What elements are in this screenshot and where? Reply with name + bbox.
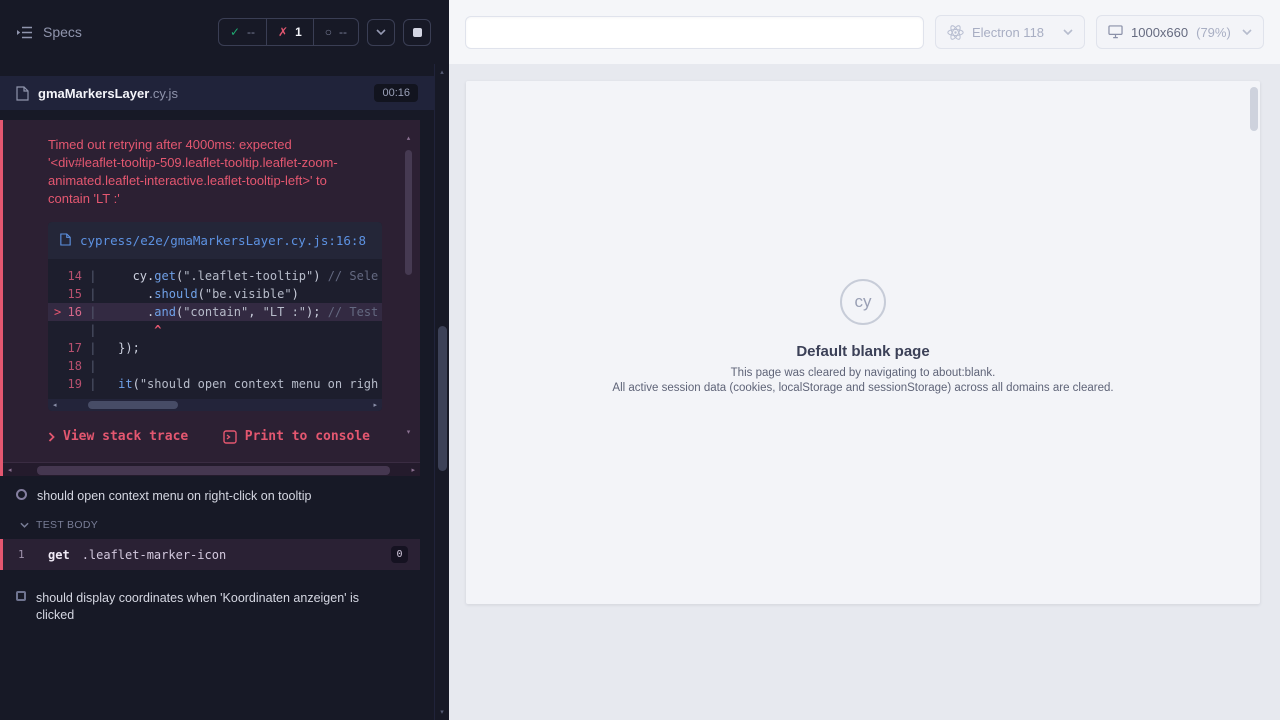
scroll-down-icon[interactable]: ▾ bbox=[435, 708, 449, 716]
command-row[interactable]: 1 get .leaflet-marker-icon 0 bbox=[0, 539, 420, 570]
url-input[interactable] bbox=[465, 16, 924, 49]
error-vscrollbar[interactable]: ▴ ▾ bbox=[403, 134, 414, 436]
reporter-scroll-thumb[interactable] bbox=[438, 326, 447, 471]
test-stats: ✓ -- ✗ 1 ○ -- bbox=[218, 18, 359, 46]
scroll-left-icon[interactable]: ◂ bbox=[53, 401, 57, 409]
test-item-active[interactable]: should open context menu on right-click … bbox=[0, 476, 434, 513]
chevron-down-icon bbox=[376, 29, 386, 35]
test-title: should open context menu on right-click … bbox=[37, 488, 311, 505]
error-hscrollbar[interactable]: ◂ ▸ bbox=[3, 462, 420, 476]
scroll-right-icon[interactable]: ▸ bbox=[373, 401, 377, 409]
scroll-right-icon[interactable]: ▸ bbox=[411, 466, 415, 474]
blank-page-title: Default blank page bbox=[466, 343, 1260, 360]
stat-pending[interactable]: ○ -- bbox=[313, 19, 358, 45]
stat-passed[interactable]: ✓ -- bbox=[219, 19, 266, 45]
command-name: get bbox=[48, 548, 70, 562]
check-icon: ✓ bbox=[230, 25, 240, 39]
electron-icon bbox=[947, 24, 964, 41]
stat-failed[interactable]: ✗ 1 bbox=[266, 19, 313, 45]
specs-list-icon bbox=[16, 26, 33, 39]
test-queued-icon bbox=[16, 591, 26, 601]
collapse-all-button[interactable] bbox=[367, 19, 395, 46]
error-panel: Timed out retrying after 4000ms: expecte… bbox=[0, 120, 420, 476]
cypress-logo: cy bbox=[840, 279, 886, 325]
specs-menu-button[interactable]: Specs bbox=[16, 24, 82, 40]
code-frame-hscrollbar[interactable]: ◂ ▸ bbox=[48, 399, 382, 411]
scroll-up-icon[interactable]: ▴ bbox=[435, 68, 449, 76]
error-actions: View stack trace Print to console bbox=[3, 421, 420, 462]
aut-scrollbar-thumb[interactable] bbox=[1250, 87, 1258, 131]
viewport-size: 1000x660 bbox=[1131, 25, 1188, 40]
spec-timer: 00:16 bbox=[374, 84, 418, 102]
chevron-down-icon bbox=[1063, 29, 1073, 35]
command-badge: 0 bbox=[391, 546, 408, 563]
code-line: 14 | cy.get(".leaflet-tooltip") // Sele bbox=[48, 267, 382, 285]
console-icon bbox=[223, 430, 237, 444]
scroll-down-icon[interactable]: ▾ bbox=[407, 428, 411, 436]
viewport-icon bbox=[1108, 25, 1123, 39]
command-number: 1 bbox=[18, 548, 48, 561]
code-frame-lines: 14 | cy.get(".leaflet-tooltip") // Sele … bbox=[48, 259, 382, 393]
code-frame: cypress/e2e/gmaMarkersLayer.cy.js:16:8 1… bbox=[48, 222, 382, 411]
stop-button[interactable] bbox=[403, 19, 431, 46]
pending-circle-icon: ○ bbox=[325, 25, 332, 39]
reporter-header-controls: ✓ -- ✗ 1 ○ -- bbox=[218, 18, 431, 46]
cross-icon: ✗ bbox=[278, 25, 288, 39]
test-body-section[interactable]: TEST BODY bbox=[0, 513, 434, 539]
spec-header[interactable]: gmaMarkersLayer.cy.js 00:16 bbox=[0, 76, 434, 110]
error-message: Timed out retrying after 4000ms: expecte… bbox=[3, 136, 420, 222]
test-running-icon bbox=[16, 489, 27, 500]
command-message: .leaflet-marker-icon bbox=[82, 548, 227, 562]
code-line: 15 | .should("be.visible") bbox=[48, 285, 382, 303]
browser-select[interactable]: Electron 118 bbox=[935, 15, 1085, 49]
code-line: >16 | .and("contain", "LT :"); // Test bbox=[48, 303, 382, 321]
blank-page-line2: All active session data (cookies, localS… bbox=[466, 382, 1260, 394]
code-line: 19 | it("should open context menu on rig… bbox=[48, 375, 382, 393]
app: Specs ✓ -- ✗ 1 ○ -- bbox=[0, 0, 1280, 720]
browser-label: Electron 118 bbox=[972, 25, 1044, 40]
code-line: | ^ bbox=[48, 321, 382, 339]
view-stack-trace-link[interactable]: View stack trace bbox=[48, 429, 188, 444]
error-vscroll-thumb[interactable] bbox=[405, 150, 412, 275]
runner-header: Electron 118 1000x660 (79%) bbox=[449, 0, 1280, 64]
error-hscroll-thumb[interactable] bbox=[37, 466, 390, 475]
reporter-header: Specs ✓ -- ✗ 1 ○ -- bbox=[0, 0, 449, 64]
scroll-left-icon[interactable]: ◂ bbox=[8, 466, 12, 474]
code-line: 18 | bbox=[48, 357, 382, 375]
blank-page: cy Default blank page This page was clea… bbox=[466, 279, 1260, 397]
cypress-reporter: Specs ✓ -- ✗ 1 ○ -- bbox=[0, 0, 449, 720]
print-to-console-button[interactable]: Print to console bbox=[223, 429, 370, 444]
spec-name: gmaMarkersLayer.cy.js bbox=[38, 86, 178, 101]
reporter-scrollbar[interactable]: ▴ ▾ bbox=[434, 64, 449, 720]
viewport-selector[interactable]: 1000x660 (79%) bbox=[1096, 15, 1264, 49]
test-item-queued[interactable]: should display coordinates when 'Koordin… bbox=[0, 578, 434, 632]
scroll-up-icon[interactable]: ▴ bbox=[407, 134, 411, 142]
code-line: 17 | }); bbox=[48, 339, 382, 357]
file-icon bbox=[16, 86, 29, 101]
chevron-right-icon bbox=[48, 432, 55, 442]
viewport-scale: (79%) bbox=[1196, 25, 1231, 40]
blank-page-line1: This page was cleared by navigating to a… bbox=[466, 367, 1260, 379]
test-title: should display coordinates when 'Koordin… bbox=[36, 590, 374, 624]
stop-icon bbox=[413, 28, 422, 37]
chevron-down-icon bbox=[1242, 29, 1252, 35]
chevron-down-icon bbox=[20, 522, 29, 528]
code-file-icon bbox=[60, 233, 71, 246]
code-frame-hscroll-thumb[interactable] bbox=[88, 401, 178, 409]
aut-iframe: cy Default blank page This page was clea… bbox=[466, 81, 1260, 604]
runner: Electron 118 1000x660 (79%) cy Default b… bbox=[449, 0, 1280, 720]
specs-label: Specs bbox=[43, 24, 82, 40]
reporter-content: gmaMarkersLayer.cy.js 00:16 Timed out re… bbox=[0, 76, 434, 632]
code-frame-file-link[interactable]: cypress/e2e/gmaMarkersLayer.cy.js:16:8 bbox=[48, 222, 382, 259]
